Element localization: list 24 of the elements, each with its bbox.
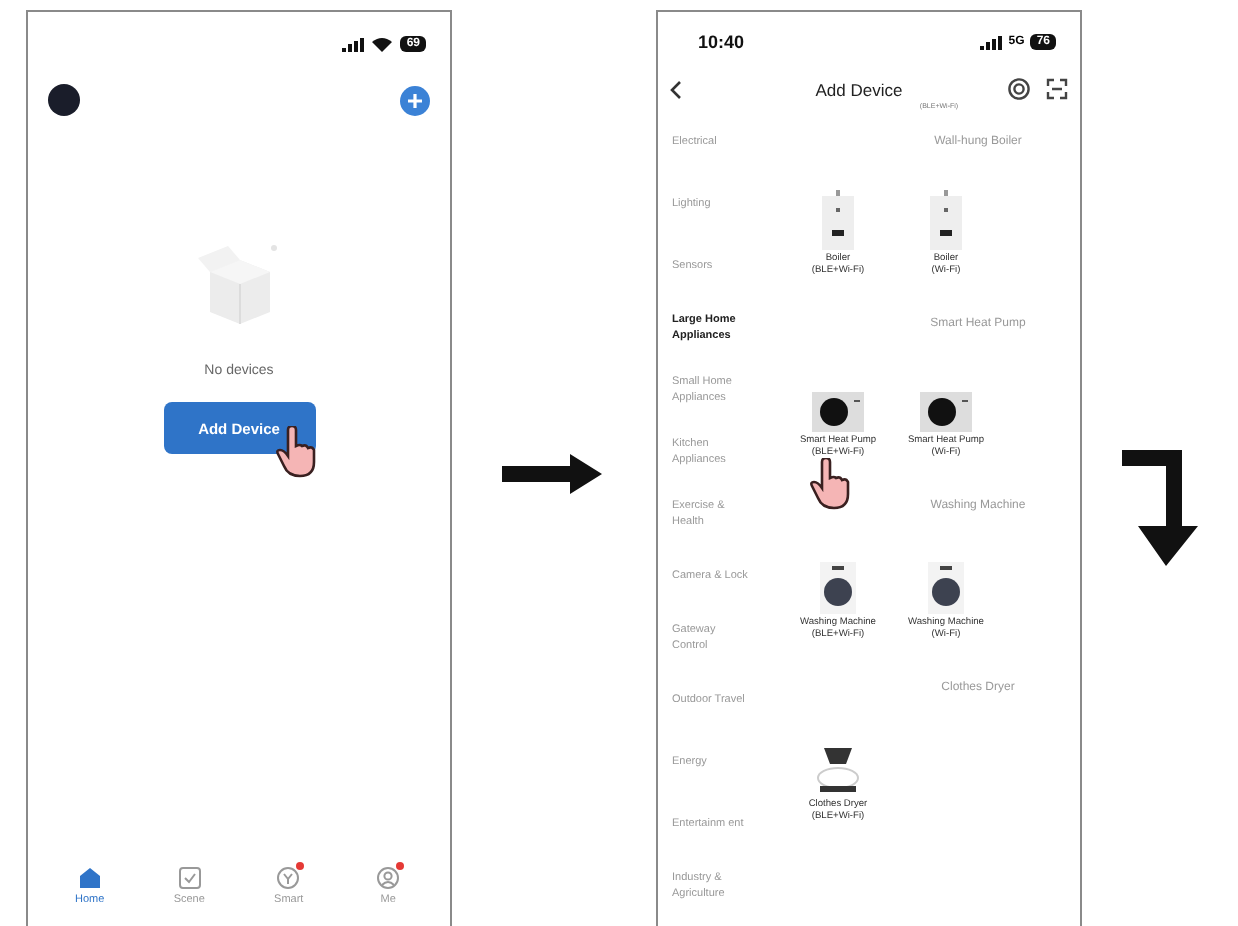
add-icon[interactable]: [400, 85, 430, 115]
checkbox-icon: [177, 866, 202, 890]
scan-icon[interactable]: [1046, 78, 1068, 100]
right-arrow-icon: [502, 454, 602, 494]
heat-pump-icon[interactable]: [812, 392, 864, 432]
heat-pump-icon[interactable]: [920, 392, 972, 432]
clothes-dryer-icon[interactable]: [816, 744, 860, 796]
avatar-icon[interactable]: [48, 84, 80, 116]
boiler-icon[interactable]: [822, 190, 854, 250]
boiler-icon[interactable]: [930, 190, 962, 250]
user-icon: [376, 866, 401, 890]
notification-dot: [296, 862, 305, 870]
target-icon[interactable]: [1008, 78, 1030, 100]
signal-icon: [980, 35, 1003, 49]
washing-machine-icon[interactable]: [928, 562, 964, 614]
notification-dot: [396, 862, 405, 870]
wifi-icon: [372, 36, 393, 52]
back-icon[interactable]: [670, 79, 682, 99]
washing-machine-icon[interactable]: [820, 562, 856, 614]
signal-icon: [342, 37, 365, 51]
status-time: 10:40: [698, 32, 745, 52]
hand-pointer-icon: [810, 458, 850, 510]
home-icon: [77, 866, 102, 890]
screen-title: Add Device: [813, 79, 905, 99]
